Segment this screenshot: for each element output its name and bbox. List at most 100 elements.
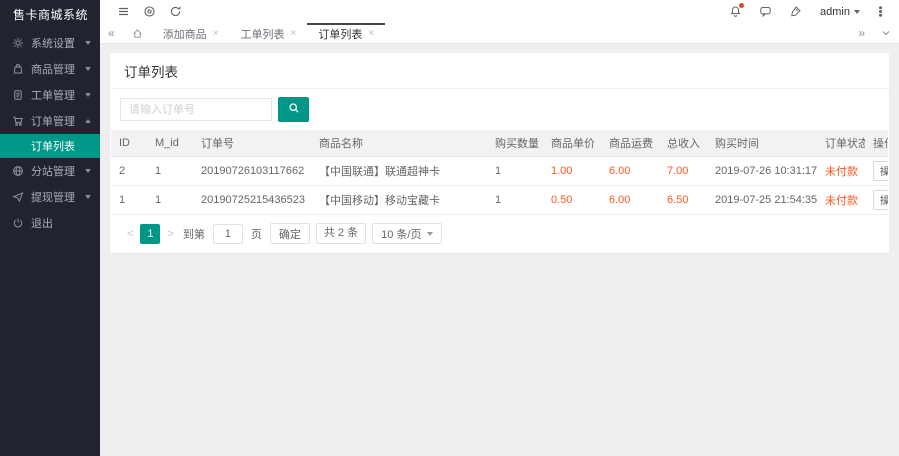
cell-mid: 1 (147, 157, 193, 186)
power-icon (12, 217, 24, 229)
cell-shipping: 6.00 (601, 157, 659, 186)
col-price: 商品单价 (543, 130, 601, 157)
col-status: 订单状态 (817, 130, 865, 157)
page-title: 订单列表 (110, 53, 889, 89)
col-shipping: 商品运费 (601, 130, 659, 157)
notification-bell-icon[interactable] (729, 5, 742, 18)
chevron-down-icon (854, 10, 860, 14)
app-title: 售卡商城系统 (0, 0, 100, 30)
tab-add-product[interactable]: 添加商品 × (152, 23, 230, 43)
sidebar-item-withdraw[interactable]: 提现管理 (0, 184, 100, 210)
goto-confirm-button[interactable]: 确定 (270, 223, 310, 244)
site-home-icon[interactable] (143, 5, 156, 18)
cell-id: 2 (111, 157, 147, 186)
tabbar-right-controls: » (850, 23, 899, 43)
per-page-select[interactable]: 10 条/页 (372, 223, 442, 244)
tabs-scroll-left[interactable]: « (100, 23, 123, 43)
search-icon (288, 102, 300, 117)
main-area: admin « 添加商品 × 工单列表 × 订单 (100, 0, 899, 44)
cell-price: 0.50 (543, 186, 601, 215)
sidebar-item-label: 分站管理 (31, 163, 75, 179)
sidebar-item-workorder[interactable]: 工单管理 (0, 82, 100, 108)
cell-order-no: 20190725215436523 (193, 186, 311, 215)
cell-qty: 1 (487, 186, 543, 215)
sidebar-item-orders[interactable]: 订单管理 (0, 108, 100, 134)
cell-shipping: 6.00 (601, 186, 659, 215)
app-window: 售卡商城系统 系统设置 商品管理 工单管理 订单 (0, 0, 899, 456)
operate-button[interactable]: 操作 (873, 161, 888, 181)
sidebar-item-order-list-active[interactable]: 订单列表 (0, 134, 100, 158)
cell-total: 6.50 (659, 186, 707, 215)
close-icon[interactable]: × (213, 29, 219, 39)
sidebar-item-label: 系统设置 (31, 35, 75, 51)
goto-page-input[interactable] (213, 224, 243, 244)
search-button[interactable] (278, 97, 309, 122)
cell-product: 【中国联通】联通超神卡 (311, 157, 487, 186)
sidebar-item-system-settings[interactable]: 系统设置 (0, 30, 100, 56)
col-total: 总收入 (659, 130, 707, 157)
status-badge: 未付款 (817, 157, 865, 186)
refresh-icon[interactable] (169, 5, 182, 18)
col-order-no: 订单号 (193, 130, 311, 157)
chevron-down-icon (85, 93, 91, 97)
gear-icon (12, 37, 24, 49)
status-badge: 未付款 (817, 186, 865, 215)
sidebar-item-label: 退出 (31, 215, 53, 231)
username: admin (820, 6, 850, 18)
sidebar-item-goods[interactable]: 商品管理 (0, 56, 100, 82)
col-time: 购买时间 (707, 130, 817, 157)
sidebar-item-label: 工单管理 (31, 87, 75, 103)
orders-table: ID M_id 订单号 商品名称 购买数量 商品单价 商品运费 总收入 购买时间… (111, 130, 888, 215)
sidebar-item-label: 订单管理 (31, 113, 75, 129)
close-icon[interactable]: × (291, 29, 297, 39)
current-page[interactable]: 1 (140, 224, 160, 244)
next-page-button[interactable]: > (162, 228, 178, 240)
theme-brush-icon[interactable] (789, 5, 802, 18)
message-bubble-icon[interactable] (759, 5, 772, 18)
sidebar: 售卡商城系统 系统设置 商品管理 工单管理 订单 (0, 0, 100, 456)
notification-badge (739, 3, 744, 8)
cell-actions: 操作删除 (865, 157, 888, 186)
chevron-up-icon (85, 119, 91, 123)
sidebar-subitem-label: 订单列表 (31, 138, 75, 154)
col-actions: 操作 (865, 130, 888, 157)
cell-product: 【中国移动】移动宝藏卡 (311, 186, 487, 215)
more-vertical-icon[interactable] (874, 5, 887, 18)
cell-order-no: 20190726103117662 (193, 157, 311, 186)
pagination: < 1 > 到第 页 确定 共 2 条 10 条/页 (110, 215, 889, 253)
cell-id: 1 (111, 186, 147, 215)
cell-time: 2019-07-25 21:54:35 (707, 186, 817, 215)
tab-label: 订单列表 (318, 26, 362, 42)
cell-actions: 操作删除 (865, 186, 888, 215)
tab-workorder-list[interactable]: 工单列表 × (230, 23, 308, 43)
cart-icon (12, 115, 24, 127)
menu-toggle-icon[interactable] (117, 5, 130, 18)
tabs-menu-chevron-icon[interactable] (873, 28, 899, 38)
sidebar-item-logout[interactable]: 退出 (0, 210, 100, 236)
tab-label: 添加商品 (163, 26, 207, 42)
total-count-label: 共 2 条 (316, 223, 366, 244)
tabs-scroll-right[interactable]: » (850, 26, 873, 40)
globe-icon (12, 165, 24, 177)
cell-total: 7.00 (659, 157, 707, 186)
sidebar-item-label: 商品管理 (31, 61, 75, 77)
sidebar-item-substation[interactable]: 分站管理 (0, 158, 100, 184)
user-menu[interactable]: admin (820, 6, 860, 18)
cell-price: 1.00 (543, 157, 601, 186)
col-product: 商品名称 (311, 130, 487, 157)
document-list-icon (12, 89, 24, 101)
tab-label: 工单列表 (241, 26, 285, 42)
cell-time: 2019-07-26 10:31:17 (707, 157, 817, 186)
sidebar-item-label: 提现管理 (31, 189, 75, 205)
prev-page-button[interactable]: < (122, 228, 138, 240)
page-suffix-label: 页 (251, 226, 262, 242)
tabbar: « 添加商品 × 工单列表 × 订单列表 × » (100, 23, 899, 44)
table-row: 1 1 20190725215436523 【中国移动】移动宝藏卡 1 0.50… (111, 186, 888, 215)
operate-button[interactable]: 操作 (873, 190, 888, 210)
home-tab[interactable] (123, 23, 152, 43)
order-search-input[interactable] (120, 98, 272, 121)
goto-label: 到第 (183, 226, 205, 242)
tab-order-list-active[interactable]: 订单列表 × (307, 23, 385, 43)
page-content: 订单列表 (100, 44, 899, 456)
close-icon[interactable]: × (368, 29, 374, 39)
